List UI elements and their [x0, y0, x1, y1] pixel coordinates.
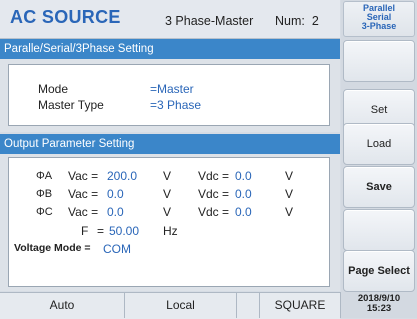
frequency-unit: Hz — [163, 224, 178, 238]
status-local: Local — [125, 292, 237, 318]
vdc-unit: V — [285, 169, 294, 183]
num-value: 2 — [311, 14, 319, 28]
status-waveform: SQUARE — [260, 292, 341, 318]
vac-label: Vac = — [68, 187, 99, 201]
blank-button-2[interactable] — [343, 209, 415, 251]
num-label: Num: — [275, 14, 305, 28]
frequency-equals: = — [97, 224, 105, 238]
mode-label: Mode — [38, 82, 69, 96]
vdc-label: Vdc = — [198, 169, 230, 183]
phase-c-vdc-value[interactable]: 0.0 — [235, 205, 252, 219]
load-button[interactable]: Load — [343, 123, 415, 165]
vac-unit: V — [163, 205, 172, 219]
mode-value[interactable]: =Master — [150, 82, 194, 96]
phase-a-label: ΦA — [36, 170, 53, 182]
vac-label: Vac = — [68, 169, 99, 183]
mode-badge: Parallel Serial 3-Phase — [343, 1, 415, 37]
phase-b-vac-value[interactable]: 0.0 — [107, 187, 124, 201]
vdc-label: Vdc = — [198, 187, 230, 201]
mode-badge-line: 3-Phase — [361, 21, 397, 31]
phase-c-label: ΦC — [36, 206, 53, 218]
blank-button-1[interactable] — [343, 40, 415, 82]
phase-b-label: ΦB — [36, 188, 53, 200]
datetime: 2018/9/10 15:23 — [343, 294, 415, 317]
section-title-parallel: Paralle/Serial/3Phase Setting — [0, 39, 340, 59]
vdc-label: Vdc = — [198, 205, 230, 219]
page-select-button[interactable]: Page Select — [343, 250, 415, 292]
frequency-label: F — [81, 224, 89, 238]
status-auto: Auto — [0, 292, 125, 318]
frequency-value[interactable]: 50.00 — [109, 224, 139, 238]
save-button[interactable]: Save — [343, 166, 415, 208]
voltage-mode-label: Voltage Mode = — [14, 242, 91, 254]
phase-a-vdc-value[interactable]: 0.0 — [235, 169, 252, 183]
unit-number: Num: 2 — [275, 14, 319, 28]
phase-a-vac-value[interactable]: 200.0 — [107, 169, 137, 183]
time: 15:23 — [366, 302, 392, 314]
phase-c-vac-value[interactable]: 0.0 — [107, 205, 124, 219]
phase-b-vdc-value[interactable]: 0.0 — [235, 187, 252, 201]
vac-unit: V — [163, 169, 172, 183]
vac-unit: V — [163, 187, 172, 201]
system-status: 3 Phase-Master — [165, 14, 254, 28]
vdc-unit: V — [285, 187, 294, 201]
master-type-value[interactable]: =3 Phase — [150, 98, 201, 112]
section-title-output: Output Parameter Setting — [0, 134, 340, 154]
status-empty — [237, 292, 260, 318]
master-type-label: Master Type — [38, 98, 104, 112]
vac-label: Vac = — [68, 205, 99, 219]
vdc-unit: V — [285, 205, 294, 219]
voltage-mode-value[interactable]: COM — [103, 242, 131, 256]
app-title: AC SOURCE — [10, 7, 121, 27]
